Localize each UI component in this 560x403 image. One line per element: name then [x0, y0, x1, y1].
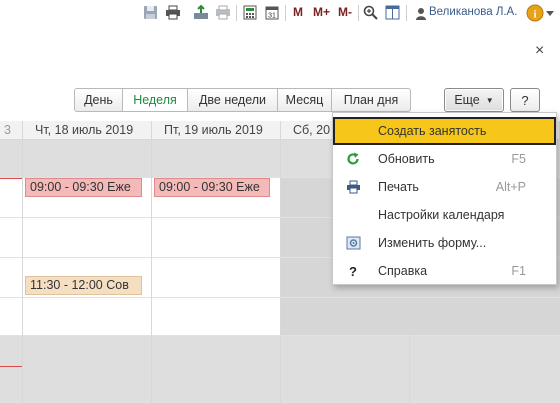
menu-item-shortcut: F1 — [511, 264, 526, 278]
calendar-event[interactable]: 09:00 - 09:30 Еже — [154, 178, 270, 197]
toolbar-separator — [285, 5, 286, 21]
toolbar-separator — [236, 5, 237, 21]
more-button[interactable]: Еще ▼ — [444, 88, 504, 112]
menu-item-refresh[interactable]: Обновить F5 — [333, 145, 556, 173]
menu-item-label: Справка — [378, 264, 428, 278]
refresh-icon — [345, 151, 361, 167]
menu-item-help[interactable]: ? Справка F1 — [333, 257, 556, 285]
memory-subtract-button[interactable]: M- — [338, 5, 352, 19]
more-menu: Создать занятость Обновить F5 Печать Alt… — [332, 112, 557, 285]
calendar-event[interactable]: 09:00 - 09:30 Еже — [25, 178, 142, 197]
menu-item-label: Печать — [378, 180, 419, 194]
panel-layout-icon[interactable] — [384, 4, 401, 21]
print-icon[interactable] — [164, 4, 181, 21]
view-week-button[interactable]: Неделя — [122, 88, 188, 112]
menu-item-label: Настройки календаря — [378, 208, 505, 222]
menu-item-calendar-settings[interactable]: Настройки календаря — [333, 201, 556, 229]
save-icon[interactable] — [142, 4, 159, 21]
user-name[interactable]: Великанова Л.А. — [429, 6, 517, 18]
menu-item-shortcut: F5 — [511, 152, 526, 166]
menu-item-change-form[interactable]: Изменить форму... — [333, 229, 556, 257]
calendar-event[interactable]: 11:30 - 12:00 Сов — [25, 276, 142, 295]
memory-button[interactable]: M — [293, 5, 303, 19]
user-icon — [412, 5, 429, 22]
toolbar-separator — [406, 5, 407, 21]
memory-add-button[interactable]: M+ — [313, 5, 330, 19]
chevron-down-icon: ▼ — [485, 95, 494, 105]
toolbar-separator — [358, 5, 359, 21]
view-month-button[interactable]: Месяц — [277, 88, 332, 112]
help-button[interactable]: ? — [510, 88, 540, 112]
info-icon[interactable]: i — [525, 3, 544, 22]
calendar-icon[interactable]: 31 — [263, 4, 280, 21]
menu-item-print[interactable]: Печать Alt+P — [333, 173, 556, 201]
column-header-friday[interactable]: Пт, 19 июль 2019 — [152, 121, 281, 140]
view-day-button[interactable]: День — [74, 88, 123, 112]
svg-text:31: 31 — [268, 13, 276, 20]
menu-item-label: Обновить — [378, 152, 435, 166]
menu-item-create-busy[interactable]: Создать занятость — [333, 117, 556, 145]
print-preview-icon[interactable] — [214, 4, 231, 21]
menu-item-label: Создать занятость — [378, 124, 487, 138]
more-button-label: Еще — [454, 93, 480, 107]
view-day-plan-button[interactable]: План дня — [331, 88, 411, 112]
column-header-prev: 3 — [0, 121, 23, 140]
svg-text:i: i — [533, 8, 536, 20]
export-icon[interactable] — [192, 4, 209, 21]
day-column[interactable] — [0, 140, 23, 403]
calculator-icon[interactable] — [241, 4, 258, 21]
current-time-marker — [0, 366, 22, 367]
view-switcher: День Неделя Две недели Месяц План дня — [74, 88, 411, 112]
printer-icon — [345, 179, 361, 195]
current-time-marker — [0, 178, 22, 179]
form-settings-icon — [345, 235, 361, 251]
menu-item-shortcut: Alt+P — [495, 180, 526, 194]
chevron-down-icon[interactable] — [545, 5, 555, 22]
close-button[interactable]: × — [535, 43, 544, 59]
help-icon: ? — [349, 263, 357, 279]
top-toolbar: 31 M M+ M- Великанова Л.А. i — [0, 0, 560, 26]
menu-item-label: Изменить форму... — [378, 236, 487, 250]
view-two-weeks-button[interactable]: Две недели — [187, 88, 278, 112]
column-header-thursday[interactable]: Чт, 18 июль 2019 — [23, 121, 152, 140]
zoom-icon[interactable] — [362, 4, 379, 21]
